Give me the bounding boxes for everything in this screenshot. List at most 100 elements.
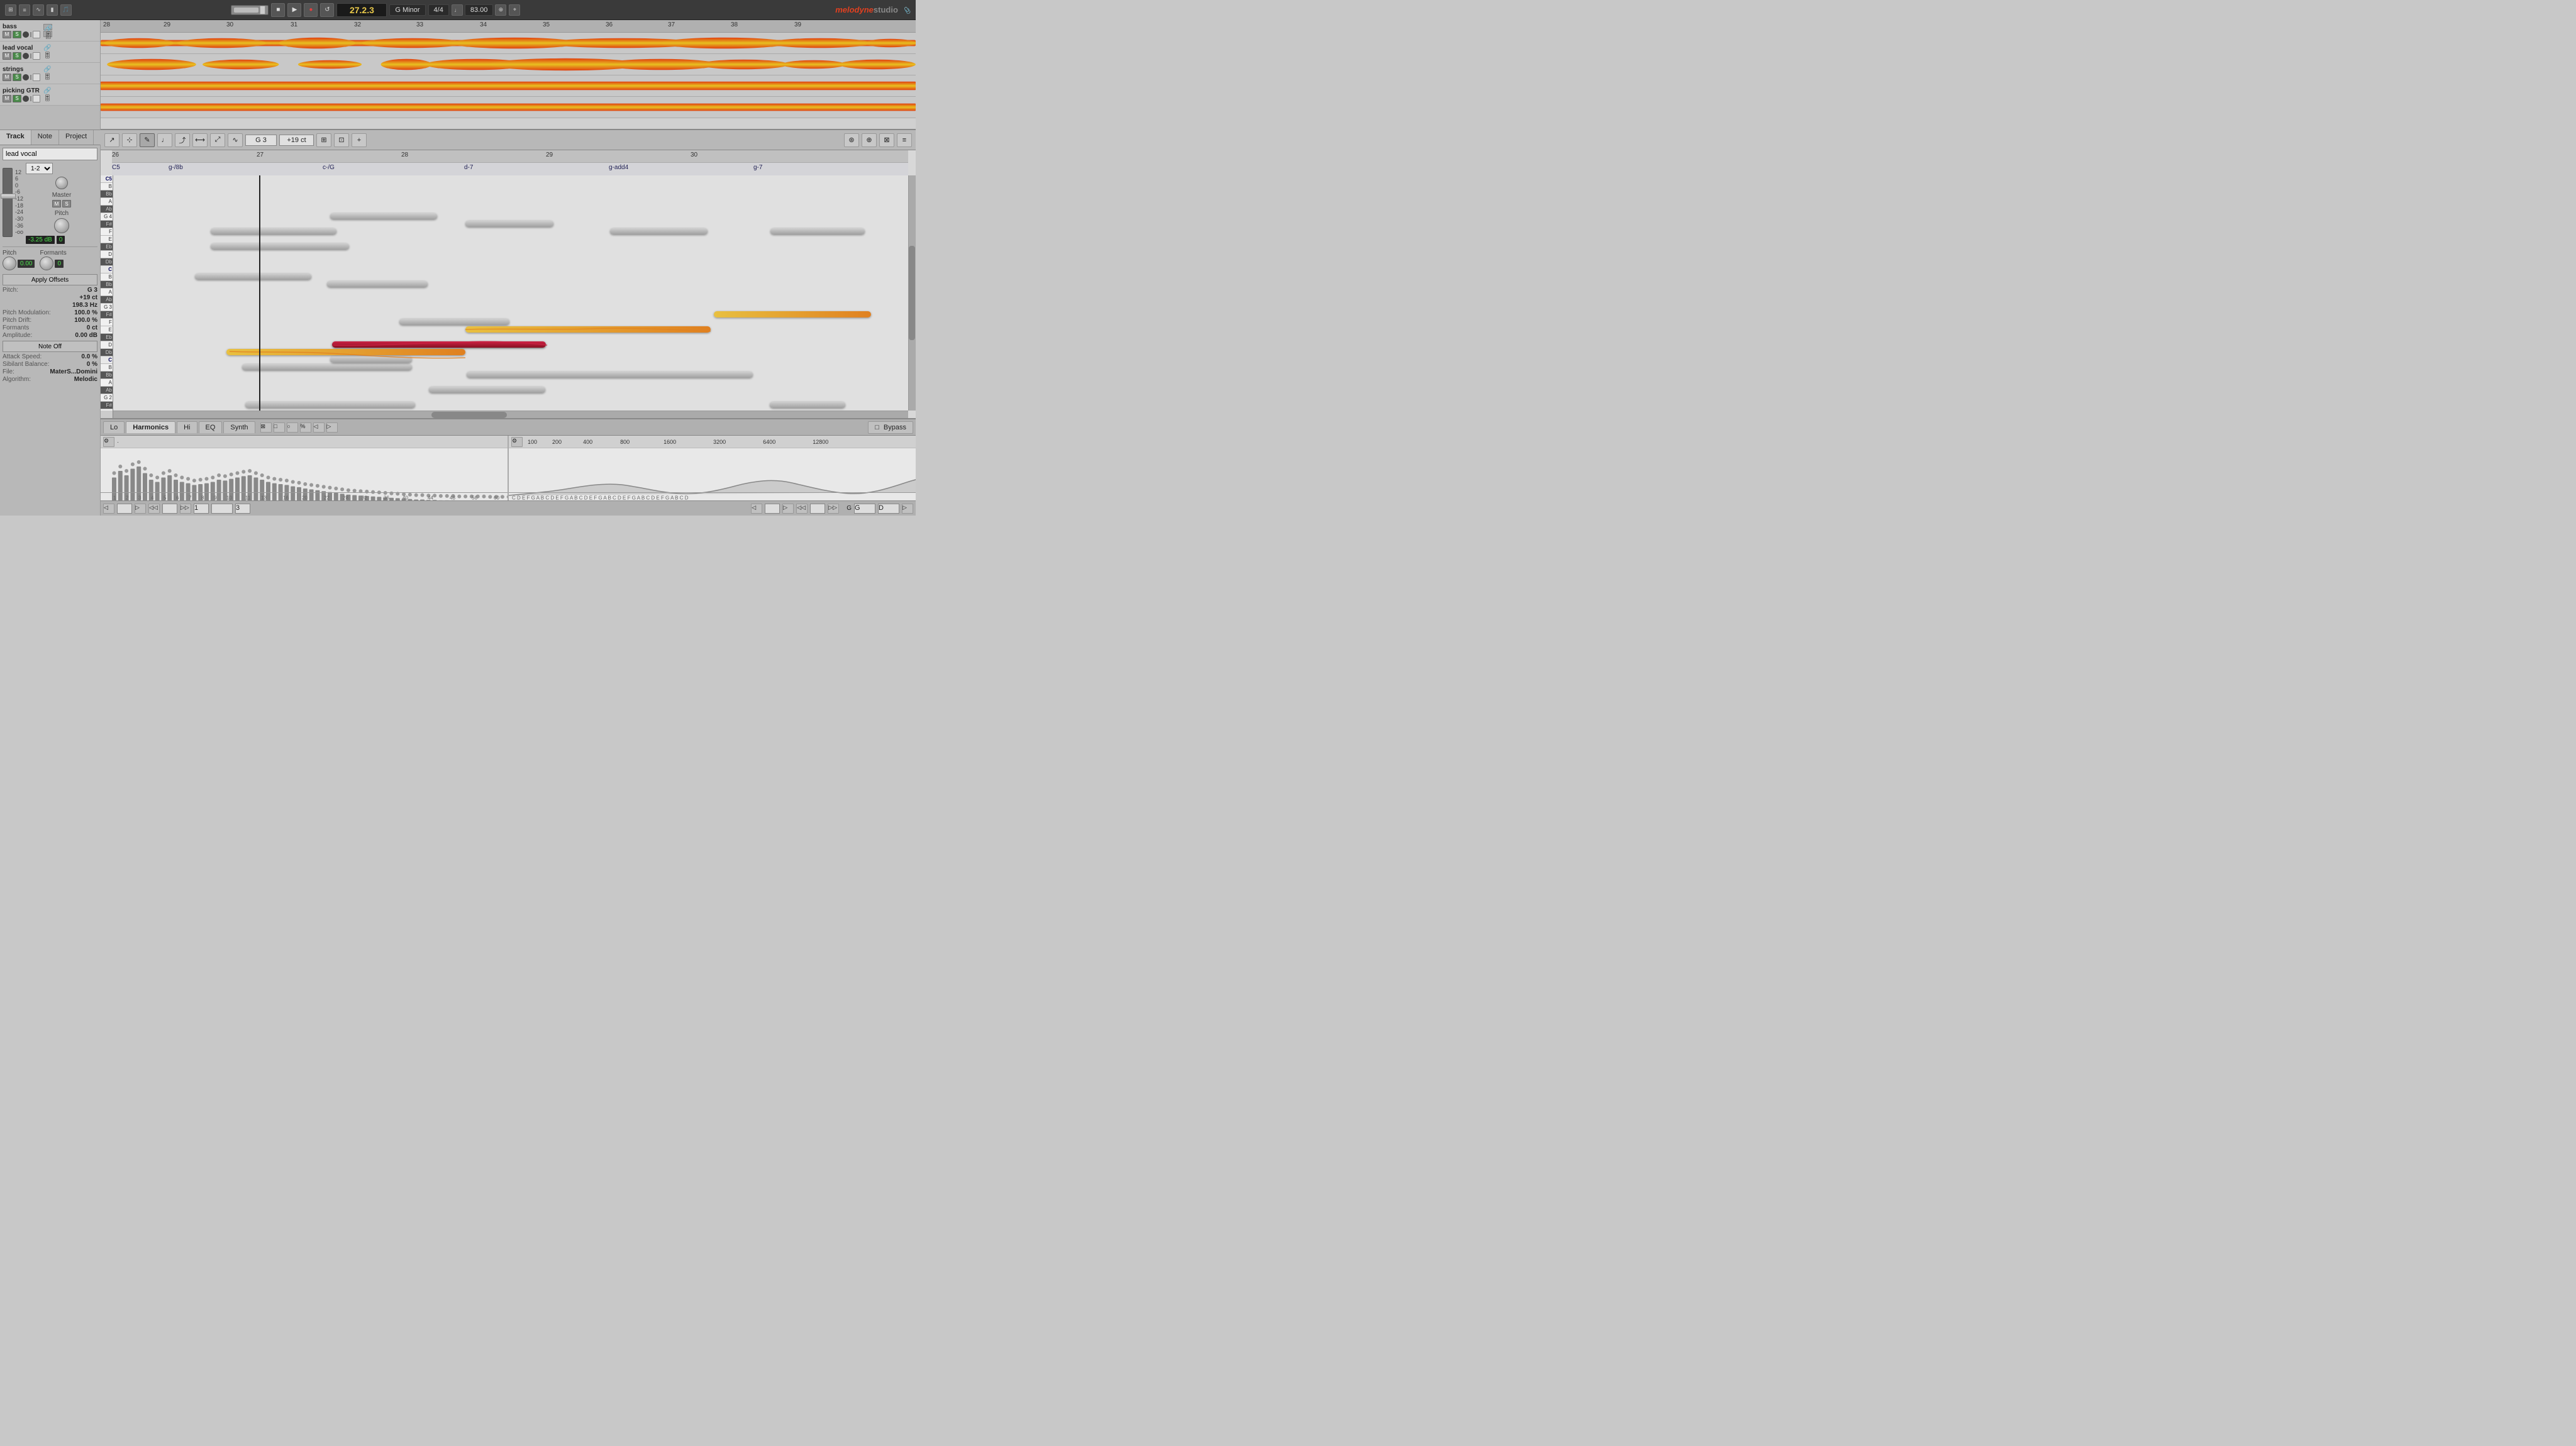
vscrollbar-thumb[interactable] — [909, 246, 915, 340]
btm-final[interactable]: ▷ — [902, 504, 913, 514]
spec-right-settings[interactable]: ⚙ — [511, 437, 523, 447]
track-check-strings[interactable] — [33, 74, 40, 81]
btm-right-input1[interactable] — [765, 504, 780, 514]
volume-fader[interactable] — [3, 168, 13, 237]
track-icon-str2[interactable]: 🎚 — [43, 74, 52, 80]
tool-pitch[interactable]: ♩ — [157, 133, 172, 147]
master-knob[interactable] — [55, 177, 68, 189]
btm-right-input2[interactable] — [810, 504, 825, 514]
settings-icon[interactable]: ⌖ — [509, 4, 520, 16]
note-G4-3[interactable] — [770, 228, 865, 235]
note-Bb2-2[interactable] — [770, 402, 845, 408]
btm-btn1[interactable]: ◁ — [103, 504, 114, 514]
hscrollbar-thumb[interactable] — [431, 412, 507, 418]
btm-right1[interactable]: ◁ — [751, 504, 762, 514]
btm-input1[interactable] — [117, 504, 132, 514]
grid-icon[interactable]: ⊞ — [5, 4, 16, 16]
btm-input4[interactable] — [211, 504, 233, 514]
bypass-button[interactable]: □ Bypass — [868, 421, 913, 434]
metronome-icon[interactable]: ♩ — [452, 4, 463, 16]
btm-key-input[interactable]: G — [854, 504, 875, 514]
track-icon-lv1[interactable]: 🔗 — [43, 45, 52, 52]
track-icon-gtr1[interactable]: 🔗 — [43, 87, 52, 94]
note-Bb3-1[interactable] — [399, 319, 509, 325]
tool-settings1[interactable]: ⊛ — [844, 133, 859, 147]
note-off-button[interactable]: Note Off — [3, 341, 97, 352]
note-C3-1[interactable] — [429, 387, 545, 393]
tab-note[interactable]: Note — [31, 130, 59, 145]
wave-icon[interactable]: ∿ — [33, 4, 44, 16]
stop-button[interactable]: ■ — [271, 3, 285, 17]
tab-lo[interactable]: Lo — [103, 421, 125, 433]
tool-quantize[interactable]: ⊡ — [334, 133, 349, 147]
mute-lead-vocal[interactable]: M — [3, 52, 11, 60]
fader-thumb[interactable] — [1, 194, 16, 199]
list-icon[interactable]: ≡ — [19, 4, 30, 16]
spec-tool2[interactable]: □ — [274, 422, 285, 433]
tab-hi[interactable]: Hi — [177, 421, 197, 433]
mute-picking-gtr[interactable]: M — [3, 95, 11, 102]
solo-strings[interactable]: S — [13, 74, 21, 81]
solo-picking-gtr[interactable]: S — [13, 95, 21, 102]
tool-settings3[interactable]: ≡ — [897, 133, 912, 147]
note-F3-pitch[interactable] — [226, 349, 465, 355]
note-Ab3-pitch[interactable] — [465, 326, 711, 333]
note-F4-1[interactable] — [211, 243, 349, 250]
tool-amplitude[interactable]: ∿ — [228, 133, 243, 147]
btm-btn2[interactable]: ▷ — [135, 504, 146, 514]
note-Bb2-1[interactable] — [245, 402, 415, 408]
tab-project[interactable]: Project — [59, 130, 94, 145]
formants-knob[interactable] — [40, 257, 53, 270]
track-icon-lv2[interactable]: 🎚 — [43, 52, 52, 59]
track-vol-strings[interactable] — [30, 75, 31, 80]
note-Bb4-1[interactable] — [330, 213, 437, 219]
master-m-btn[interactable]: M — [52, 200, 61, 207]
tab-synth[interactable]: Synth — [223, 421, 255, 433]
tool-formant[interactable]: ⤴ — [175, 133, 190, 147]
tab-harmonics[interactable]: Harmonics — [126, 421, 175, 433]
track-icon-str1[interactable]: 🔗 — [43, 66, 52, 73]
record-button[interactable]: ● — [304, 3, 318, 17]
note-G4-1[interactable] — [211, 228, 336, 235]
tempo-tap[interactable]: ⊕ — [495, 4, 506, 16]
tab-eq[interactable]: EQ — [199, 421, 223, 433]
track-check-bass[interactable] — [33, 31, 40, 38]
meter-icon[interactable]: ▮ — [47, 4, 58, 16]
channel-select[interactable]: 1-2 — [26, 163, 53, 174]
btm-btn3[interactable]: ◁◁ — [148, 504, 160, 514]
note-G3-selected[interactable] — [332, 341, 546, 348]
tool-stretch[interactable]: ⤢ — [210, 133, 225, 147]
track-icon-gtr2[interactable]: 🎚 — [43, 95, 52, 102]
tool-edit[interactable]: ✎ — [140, 133, 155, 147]
notes-canvas[interactable] — [113, 175, 908, 411]
tool-copy[interactable]: ⊕ — [862, 133, 877, 147]
btm-btn4[interactable]: ▷▷ — [180, 504, 191, 514]
spec-tool6[interactable]: ▷ — [326, 422, 338, 433]
btm-right2[interactable]: ▷ — [782, 504, 794, 514]
multitrack-scrollbar[interactable] — [101, 129, 916, 130]
note-Fs3-1[interactable] — [330, 356, 412, 363]
track-check-picking-gtr[interactable] — [33, 95, 40, 102]
solo-lead-vocal[interactable]: S — [13, 52, 21, 60]
piano-roll-vscrollbar[interactable] — [908, 175, 916, 411]
pan-knob[interactable] — [54, 218, 69, 233]
note-A4-1[interactable] — [465, 221, 553, 227]
note-Eb3-1[interactable] — [242, 364, 412, 370]
progress-bar[interactable] — [231, 5, 269, 15]
piano-roll-hscrollbar[interactable] — [113, 411, 908, 418]
btm-key-input2[interactable]: D — [878, 504, 899, 514]
spec-tool1[interactable]: ⊠ — [260, 422, 272, 433]
loop-button[interactable]: ↺ — [320, 3, 334, 17]
solo-bass[interactable]: S — [13, 31, 21, 38]
note-B3-pitch[interactable] — [714, 311, 871, 317]
tab-track[interactable]: Track — [0, 130, 31, 145]
tool-snap[interactable]: ⊞ — [316, 133, 331, 147]
note-D4-1[interactable] — [195, 273, 311, 280]
play-button[interactable]: ▶ — [287, 3, 301, 17]
track-vol-bass[interactable] — [30, 32, 31, 37]
btm-input3[interactable]: 1 — [194, 504, 209, 514]
time-sig-display[interactable]: 4/4 — [428, 4, 449, 16]
btm-input5[interactable]: 3 — [235, 504, 250, 514]
mute-bass[interactable]: M — [3, 31, 11, 38]
btm-right3[interactable]: ◁◁ — [796, 504, 808, 514]
